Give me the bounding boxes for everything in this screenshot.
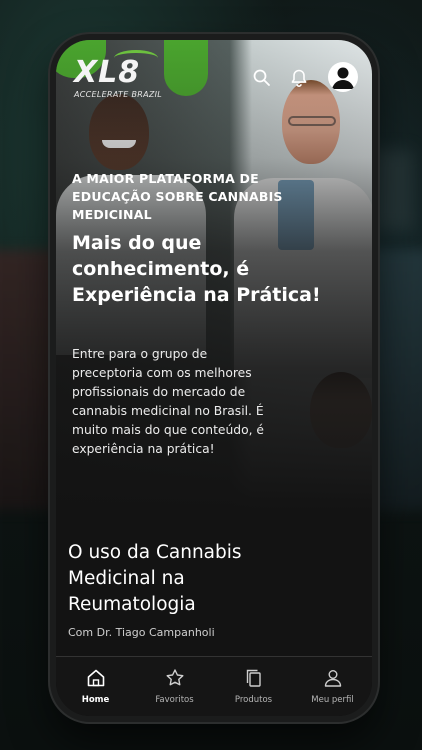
copy-icon <box>246 669 261 687</box>
person-icon <box>332 67 354 89</box>
nav-label-home: Home <box>81 695 110 705</box>
logo-subtitle: ACCELERATE BRAZIL <box>74 90 163 99</box>
nav-item-meu-perfil[interactable]: Meu perfil <box>298 667 368 705</box>
search-icon[interactable] <box>252 68 272 88</box>
course-author: Com Dr. Tiago Campanholi <box>68 626 215 639</box>
hero-headline: Mais do que conhecimento, é Experiência … <box>72 232 321 306</box>
bottom-navigation: Home Favoritos Produtos Meu perfil <box>56 656 372 716</box>
nav-label-produtos: Produtos <box>234 695 273 705</box>
bell-icon[interactable] <box>289 68 309 88</box>
avatar[interactable] <box>328 62 358 92</box>
nav-item-favoritos[interactable]: Favoritos <box>140 667 210 705</box>
nav-item-home[interactable]: Home <box>61 667 131 705</box>
nav-label-meu-perfil: Meu perfil <box>311 695 354 705</box>
nav-label-favoritos: Favoritos <box>155 695 194 705</box>
course-title[interactable]: O uso da Cannabis Medicinal na Reumatolo… <box>68 540 318 618</box>
logo-swoosh <box>114 50 158 66</box>
hero-description: Entre para o grupo de preceptoria com os… <box>72 347 264 456</box>
hero-eyebrow: A MAIOR PLATAFORMA DE EDUCAÇÃO SOBRE CAN… <box>72 171 283 222</box>
app-logo[interactable]: XL8 ACCELERATE BRAZIL <box>74 50 170 108</box>
phone-frame: XL8 ACCELERATE BRAZIL A MAIOR PLATAFORMA… <box>50 34 378 722</box>
background-blur-top-right <box>372 150 412 230</box>
app-screen: XL8 ACCELERATE BRAZIL A MAIOR PLATAFORMA… <box>56 40 372 716</box>
nav-item-produtos[interactable]: Produtos <box>219 667 289 705</box>
person-icon <box>324 670 341 687</box>
star-icon <box>166 669 183 686</box>
home-icon <box>87 669 104 687</box>
